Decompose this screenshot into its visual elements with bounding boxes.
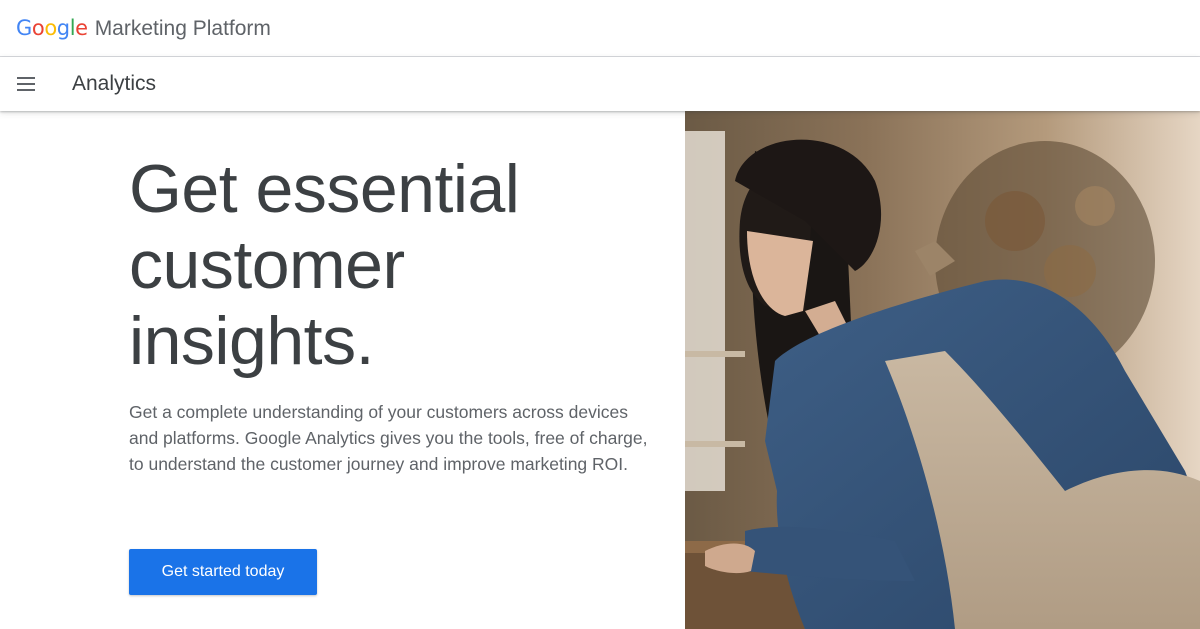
hamburger-menu-icon[interactable] (17, 72, 41, 96)
hero-text: Get essential customer insights. Get a c… (129, 151, 659, 477)
top-header: Google Marketing Platform (0, 0, 1200, 57)
logo-letter: e (75, 15, 88, 40)
woman-at-counter-illustration (685, 111, 1200, 629)
logo-letter: G (16, 15, 32, 40)
logo-letter: g (56, 15, 70, 40)
get-started-button[interactable]: Get started today (129, 549, 317, 595)
product-title[interactable]: Analytics (72, 72, 156, 96)
headline-line-2: customer (129, 227, 405, 303)
google-marketing-platform-logo[interactable]: Google Marketing Platform (16, 16, 271, 41)
logo-letter: o (31, 15, 45, 40)
google-logo: Google (16, 16, 88, 40)
headline-line-3: insights. (129, 303, 374, 379)
hero-description: Get a complete understanding of your cus… (129, 402, 648, 474)
product-name: Marketing Platform (94, 16, 271, 40)
product-nav-bar: Analytics (0, 57, 1200, 111)
headline-line-1: Get essential (129, 151, 520, 227)
hero-headline: Get essential customer insights. (129, 151, 659, 379)
hero-photo (685, 111, 1200, 629)
hero-section: Get essential customer insights. Get a c… (0, 111, 1200, 629)
logo-letter: o (44, 15, 57, 40)
